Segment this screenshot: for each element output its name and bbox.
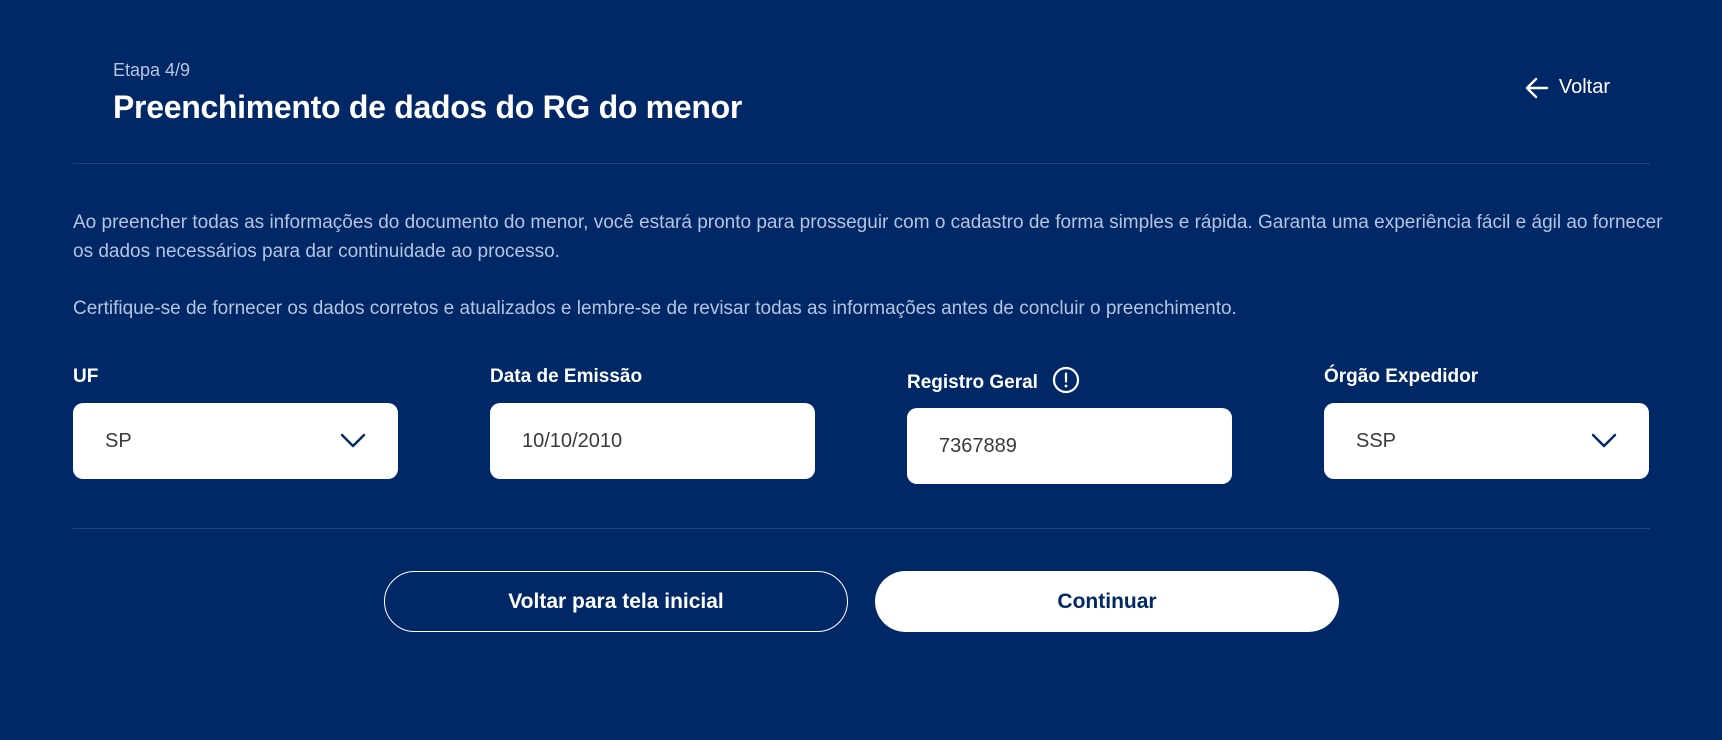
uf-label-text: UF [73, 366, 99, 387]
orgao-expedidor-select[interactable]: SSP [1324, 403, 1649, 479]
instructions-paragraph-1: Ao preencher todas as informações do doc… [73, 212, 1663, 262]
continue-button[interactable]: Continuar [875, 571, 1339, 632]
registro-geral-value: 7367889 [939, 434, 1017, 457]
registro-geral-label-text: Registro Geral [907, 372, 1038, 393]
data-emissao-value: 10/10/2010 [522, 429, 623, 452]
uf-select[interactable]: SP [73, 403, 398, 479]
registro-geral-label: Registro Geral [907, 366, 1080, 400]
page-title: Preenchimento de dados do RG do menor [113, 89, 742, 125]
data-emissao-label-text: Data de Emissão [490, 366, 643, 387]
instructions-paragraph-2: Certifique-se de fornecer os dados corre… [73, 298, 1237, 319]
back-link[interactable]: Voltar [1525, 76, 1610, 99]
data-emissao-label: Data de Emissão [490, 366, 642, 388]
info-icon[interactable] [1052, 366, 1080, 400]
registro-geral-input[interactable]: 7367889 [907, 408, 1232, 484]
step-indicator: Etapa 4/9 [113, 60, 191, 80]
orgao-expedidor-select-value: SSP [1356, 429, 1397, 452]
orgao-expedidor-label: Órgão Expedidor [1324, 366, 1478, 388]
chevron-down-icon [340, 433, 366, 449]
page-header: Etapa 4/9 Preenchimento de dados do RG d… [113, 58, 742, 126]
chevron-down-icon [1591, 433, 1617, 449]
form-divider [73, 528, 1650, 529]
data-emissao-input[interactable]: 10/10/2010 [490, 403, 815, 479]
orgao-expedidor-label-text: Órgão Expedidor [1324, 366, 1479, 387]
header-divider [73, 163, 1650, 164]
uf-select-value: SP [105, 429, 132, 452]
instructions-text: Ao preencher todas as informações do doc… [73, 208, 1663, 323]
uf-label: UF [73, 366, 98, 388]
back-link-label: Voltar [1558, 76, 1610, 98]
arrow-left-icon [1525, 77, 1549, 99]
back-to-home-button[interactable]: Voltar para tela inicial [384, 571, 848, 632]
